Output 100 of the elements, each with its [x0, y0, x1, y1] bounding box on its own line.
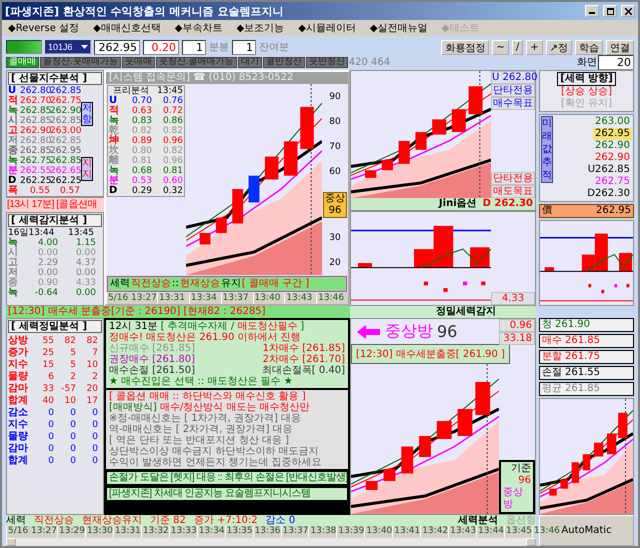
- maximize-button[interactable]: [603, 5, 617, 17]
- row-label: 녹: [109, 116, 120, 126]
- candle: [549, 488, 557, 496]
- toolbar-button[interactable]: 화룡점정: [441, 40, 490, 54]
- info-text: 매수/청산방식 매도는 매수청산만: [160, 402, 310, 413]
- row-label: 적: [8, 96, 19, 106]
- menu-item[interactable]: ◆시뮬레이터: [298, 21, 356, 35]
- value-text: 5: [69, 359, 76, 371]
- direction-text: [확인 유지]: [561, 98, 612, 110]
- banner-text: 현재상승: [180, 277, 220, 291]
- reading-text: 4.33: [491, 292, 535, 305]
- candle: [232, 189, 244, 224]
- row-label: 종: [8, 146, 19, 156]
- candle: [264, 156, 278, 180]
- signal-marker: [463, 282, 468, 286]
- candle: [300, 106, 314, 149]
- screen-field[interactable]: 20: [598, 54, 634, 70]
- toolbar-button[interactable]: 연결: [606, 40, 634, 54]
- code-dropdown[interactable]: 101J6: [45, 40, 91, 54]
- value-text: 0.63: [130, 106, 152, 116]
- close-button[interactable]: [621, 5, 635, 17]
- table-title: 프리분석: [113, 86, 149, 96]
- price-text: U262.85: [586, 164, 631, 176]
- menu-item[interactable]: ◆Reverse 설정: [8, 21, 80, 35]
- screen-label: 화면: [577, 56, 597, 69]
- value-text: 0.00: [74, 288, 96, 298]
- value-text: 82: [86, 335, 98, 347]
- toolbar-button[interactable]: ↗정: [546, 40, 572, 54]
- row-label: 저: [8, 268, 19, 278]
- value-text: 262.85: [20, 146, 50, 156]
- value-text: 0: [91, 431, 98, 443]
- candle: [618, 412, 628, 438]
- status-text: 직전상승: [34, 515, 74, 526]
- toolbar-button[interactable]: +: [526, 40, 543, 54]
- info-text: 정매수! 매도청산은 261.90 이하에서 진행: [109, 332, 301, 343]
- menu-item[interactable]: ◆보조기능: [236, 21, 284, 35]
- candle: [468, 86, 483, 114]
- info-text: 신규매수 [261.85]: [109, 343, 195, 354]
- order-row: 매수 261.85: [539, 334, 634, 348]
- menu-item[interactable]: ◆실전매뉴얼: [370, 21, 428, 35]
- interval-field[interactable]: 1: [182, 40, 206, 54]
- info-text: ★ 매수진입은 선택 :: 매도청산은 필수 ★: [109, 376, 293, 387]
- toolbar-button[interactable]: 학습: [575, 40, 603, 54]
- value-text: 82: [64, 335, 76, 347]
- candle: [594, 442, 604, 456]
- row-label: 상방: [8, 335, 29, 347]
- time-label: 13:37: [220, 293, 252, 304]
- value-text: 33: [42, 383, 54, 395]
- value-text: 0.81: [130, 156, 152, 166]
- value-text: 20: [86, 383, 98, 395]
- menu-item[interactable]: ◆부속차트: [174, 21, 222, 35]
- state-text: 중상방: [385, 321, 433, 342]
- row-label: 합계: [8, 455, 29, 467]
- menu-item[interactable]: ◆매매신호선택: [93, 21, 161, 35]
- time-label: 13:43: [284, 293, 316, 304]
- value-text: 0: [91, 455, 98, 467]
- row-label: 저: [8, 136, 19, 146]
- price-text: 262.90: [594, 152, 631, 164]
- value-text: 0.55: [28, 186, 50, 196]
- axis-label: 80: [329, 116, 341, 126]
- candle: [452, 109, 466, 132]
- side-label: 저항: [81, 102, 93, 126]
- left-arrow-icon: [355, 322, 381, 340]
- time-label: 13:40: [252, 293, 284, 304]
- row-label: 지수: [8, 359, 29, 371]
- candle: [384, 469, 396, 481]
- row-label: 증가: [8, 347, 29, 359]
- remaining-field[interactable]: 1: [232, 40, 256, 54]
- value-text: 262.85: [50, 86, 80, 96]
- candle: [432, 119, 446, 135]
- status-text: 현재상승유지: [82, 515, 142, 526]
- value-text: 25: [42, 347, 54, 359]
- value-text: 0: [47, 431, 54, 443]
- value-text: 2.29: [36, 258, 58, 268]
- value-text: 0.90: [36, 278, 58, 288]
- status-text: 증가 +7:10:2: [194, 515, 258, 526]
- value-text: 40: [42, 395, 54, 407]
- info-text: [매매방식]: [109, 402, 157, 413]
- row-label: 坎: [109, 146, 120, 156]
- value-text: 0.80: [130, 146, 152, 156]
- value-text: 7: [91, 347, 98, 359]
- candle: [419, 436, 431, 457]
- info-text: 2차매수 [261.70]: [262, 354, 345, 365]
- value-text: 262.80: [20, 86, 50, 96]
- toolbar-button[interactable]: /: [512, 40, 524, 54]
- target-label: 단타전용: [491, 172, 535, 186]
- value-text: 262.55: [20, 166, 50, 176]
- chart-name: 세력분석: [458, 515, 498, 526]
- value-text: 0: [69, 431, 76, 443]
- value-text: 0: [69, 455, 76, 467]
- row-label: 폭: [8, 186, 19, 196]
- toolbar-button[interactable]: ~: [492, 40, 509, 54]
- signal-marker: [443, 288, 448, 292]
- value-text: 0: [47, 419, 54, 431]
- close-icon: [624, 8, 632, 14]
- row-label: 적: [109, 106, 120, 116]
- bar: [358, 263, 372, 268]
- minimize-button[interactable]: [585, 5, 599, 17]
- signal-count: 420 464: [348, 56, 390, 68]
- notice-text: [파생지존] 차세대 인공지능 요술렘프지니시스템: [106, 487, 348, 501]
